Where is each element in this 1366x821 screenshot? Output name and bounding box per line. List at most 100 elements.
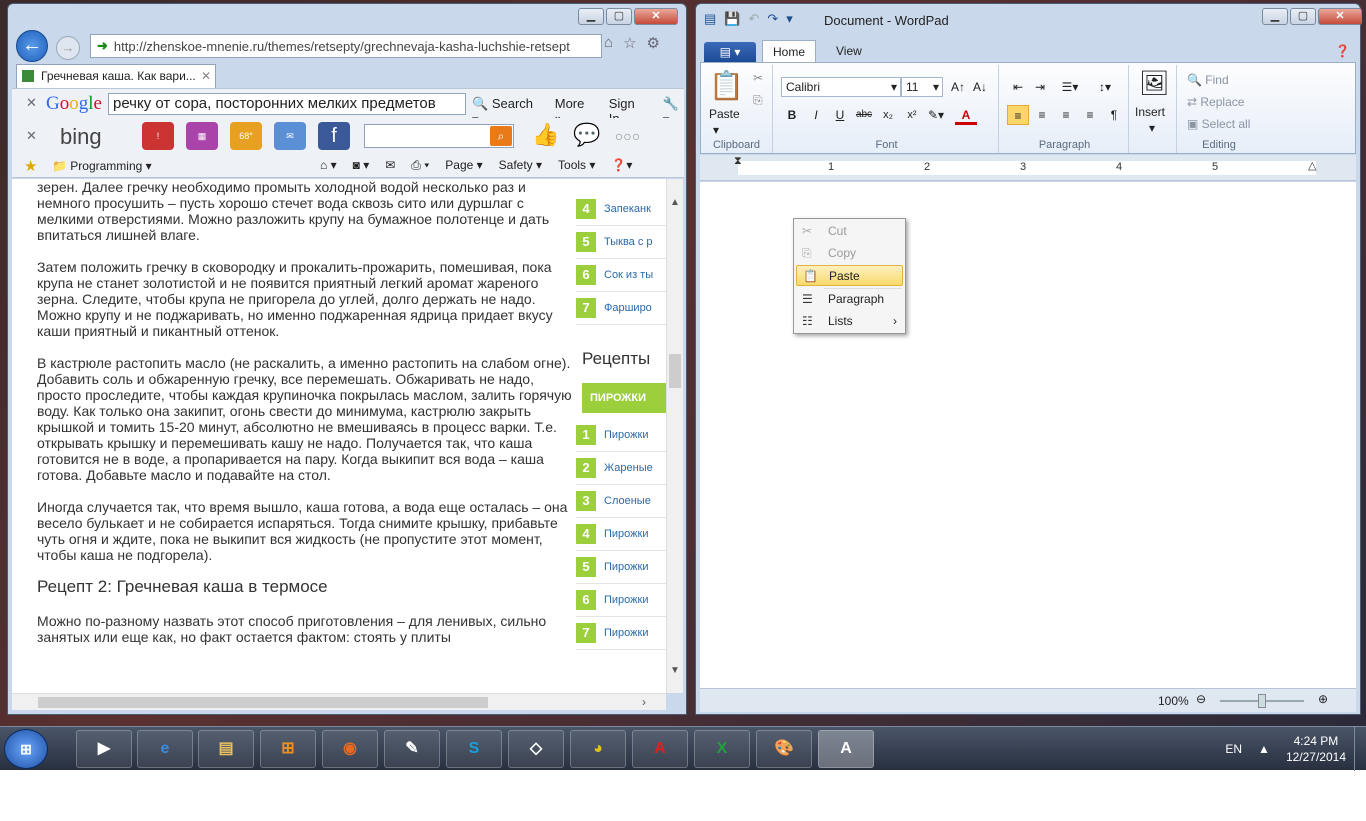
app-icon[interactable]: ⊞	[260, 730, 316, 768]
tools-menu[interactable]: Tools ▾	[558, 158, 595, 173]
align-center-button[interactable]: ≡	[1031, 105, 1053, 125]
feeds-icon[interactable]: ◙ ▾	[353, 158, 370, 173]
align-right-button[interactable]: ≡	[1055, 105, 1077, 125]
close-toolbar-icon[interactable]: ✕	[26, 95, 37, 111]
scroll-down-icon[interactable]: ▼	[670, 665, 680, 676]
bing-search-button[interactable]: ⌕	[490, 126, 512, 146]
grow-font-icon[interactable]: A↑	[947, 77, 969, 97]
sidebar-item[interactable]: 1 Пирожки	[576, 419, 666, 452]
scroll-up-icon[interactable]: ▲	[670, 197, 680, 208]
underline-button[interactable]: U	[829, 105, 851, 125]
bold-button[interactable]: B	[781, 105, 803, 125]
insert-button[interactable]: Insert	[1135, 105, 1165, 119]
print-icon[interactable]: ⎙ ▾	[411, 158, 429, 173]
align-left-button[interactable]: ≡	[1007, 105, 1029, 125]
tray-arrow-icon[interactable]: ▲	[1258, 742, 1270, 756]
font-color-icon[interactable]: A	[955, 105, 977, 125]
excel-icon[interactable]: X	[694, 730, 750, 768]
wordpad-app-icon[interactable]: ▤	[704, 11, 716, 27]
insert-picture-icon[interactable]: 🖼	[1139, 69, 1169, 98]
tab-view[interactable]: View	[826, 40, 872, 62]
paste-icon[interactable]: 📋	[709, 69, 744, 102]
vertical-scrollbar[interactable]: ▲ ▼	[666, 179, 683, 693]
address-bar[interactable]: ➜ http://zhenskoe-mnenie.ru/themes/retse…	[90, 34, 602, 58]
weather-icon[interactable]: 68°	[230, 122, 262, 150]
justify-button[interactable]: ≡	[1079, 105, 1101, 125]
copy-icon[interactable]: ⎘	[753, 93, 763, 108]
media-player-icon[interactable]: ▶	[76, 730, 132, 768]
strikethrough-button[interactable]: abc	[853, 105, 875, 125]
minimize-button[interactable]: ▁	[578, 8, 604, 25]
paragraph-dialog-icon[interactable]: ¶	[1103, 105, 1125, 125]
page-menu[interactable]: Page ▾	[445, 158, 482, 173]
menu-item-cut[interactable]: ✂ Cut	[796, 221, 903, 242]
sidebar-item[interactable]: 5 Пирожки	[576, 551, 666, 584]
find-button[interactable]: 🔍 Find	[1187, 73, 1229, 87]
back-button[interactable]: ←	[16, 30, 48, 62]
sidebar-item[interactable]: 6 Сок из ты	[576, 259, 666, 292]
more-icon[interactable]: ○○○	[615, 122, 640, 150]
paste-button[interactable]: Paste	[709, 107, 740, 121]
wordpad-icon[interactable]: A	[818, 730, 874, 768]
sidebar-item[interactable]: 4 Запеканк	[576, 193, 666, 226]
paint-icon[interactable]: 🎨	[756, 730, 812, 768]
font-family-select[interactable]: Calibri ▾	[781, 77, 901, 97]
sidebar-item[interactable]: 7 Фарширо	[576, 292, 666, 325]
forward-button[interactable]: →	[56, 36, 80, 60]
internet-explorer-icon[interactable]: e	[137, 730, 193, 768]
cut-icon[interactable]: ✂	[753, 71, 763, 85]
help-icon[interactable]: ❓	[1335, 44, 1350, 58]
maximize-button[interactable]: ▢	[1290, 8, 1316, 25]
replace-button[interactable]: ⇄ Replace	[1187, 95, 1244, 109]
notes-icon[interactable]: ◇	[508, 730, 564, 768]
highlight-color-icon[interactable]: ✎▾	[925, 105, 947, 125]
acrobat-icon[interactable]: A	[632, 730, 688, 768]
sidebar-item[interactable]: 5 Тыква с р	[576, 226, 666, 259]
close-tab-icon[interactable]: ✕	[201, 65, 211, 87]
favorites-folder[interactable]: 📁 Programming ▾	[52, 159, 152, 173]
font-size-select[interactable]: 11 ▾	[901, 77, 943, 97]
save-icon[interactable]: 💾	[724, 11, 740, 27]
home-icon[interactable]: ⌂	[604, 34, 613, 52]
menu-item-copy[interactable]: ⎘ Copy	[796, 243, 903, 264]
calendar-icon[interactable]: ▦	[186, 122, 218, 150]
menu-item-paragraph[interactable]: ☰ Paragraph	[796, 289, 903, 310]
italic-button[interactable]: I	[805, 105, 827, 125]
favorites-star-icon[interactable]: ☆	[623, 34, 636, 52]
read-mail-icon[interactable]: ✉	[385, 158, 395, 173]
language-indicator[interactable]: EN	[1225, 742, 1242, 756]
maximize-button[interactable]: ▢	[606, 8, 632, 25]
safety-menu[interactable]: Safety ▾	[499, 158, 542, 173]
sidebar-item[interactable]: 6 Пирожки	[576, 584, 666, 617]
scroll-right-icon[interactable]: ›	[642, 695, 646, 709]
hscroll-thumb[interactable]	[38, 697, 488, 708]
decrease-indent-icon[interactable]: ⇤	[1007, 77, 1029, 97]
close-bing-toolbar-icon[interactable]: ✕	[26, 128, 37, 144]
like-icon[interactable]: 👍	[532, 122, 559, 150]
select-all-button[interactable]: ▣ Select all	[1187, 117, 1250, 131]
paste-dropdown-icon[interactable]: ▾	[713, 123, 719, 137]
facebook-icon[interactable]: f	[318, 122, 350, 150]
tab-home[interactable]: Home	[762, 40, 817, 62]
explorer-icon[interactable]: ▤	[198, 730, 254, 768]
notepad-icon[interactable]: ✎	[384, 730, 440, 768]
minimize-button[interactable]: ▁	[1262, 8, 1288, 25]
scroll-thumb[interactable]	[669, 354, 681, 388]
show-desktop-button[interactable]	[1354, 727, 1366, 771]
home-cmd-icon[interactable]: ⌂ ▾	[320, 158, 337, 173]
sidebar-item[interactable]: 7 Пирожки	[576, 617, 666, 650]
bullets-icon[interactable]: ☰▾	[1053, 77, 1087, 97]
insert-dropdown-icon[interactable]: ▾	[1149, 121, 1155, 135]
google-search-input[interactable]: речку от сора, посторонних мелких предме…	[108, 93, 466, 115]
horizontal-scrollbar[interactable]: ‹ ›	[12, 693, 666, 710]
gear-icon[interactable]: ⚙	[647, 34, 660, 52]
increase-indent-icon[interactable]: ⇥	[1029, 77, 1051, 97]
close-button[interactable]: ✕	[1318, 8, 1362, 25]
right-indent-marker-icon[interactable]: △	[1308, 159, 1316, 172]
chat-icon[interactable]: 💬	[573, 122, 600, 150]
news-icon[interactable]: !	[142, 122, 174, 150]
indent-marker-icon[interactable]: ⧗	[734, 155, 742, 168]
sidebar-item[interactable]: 4 Пирожки	[576, 518, 666, 551]
customize-qat-icon[interactable]: ▾	[786, 11, 793, 27]
clock[interactable]: 4:24 PM 12/27/2014	[1286, 733, 1346, 765]
